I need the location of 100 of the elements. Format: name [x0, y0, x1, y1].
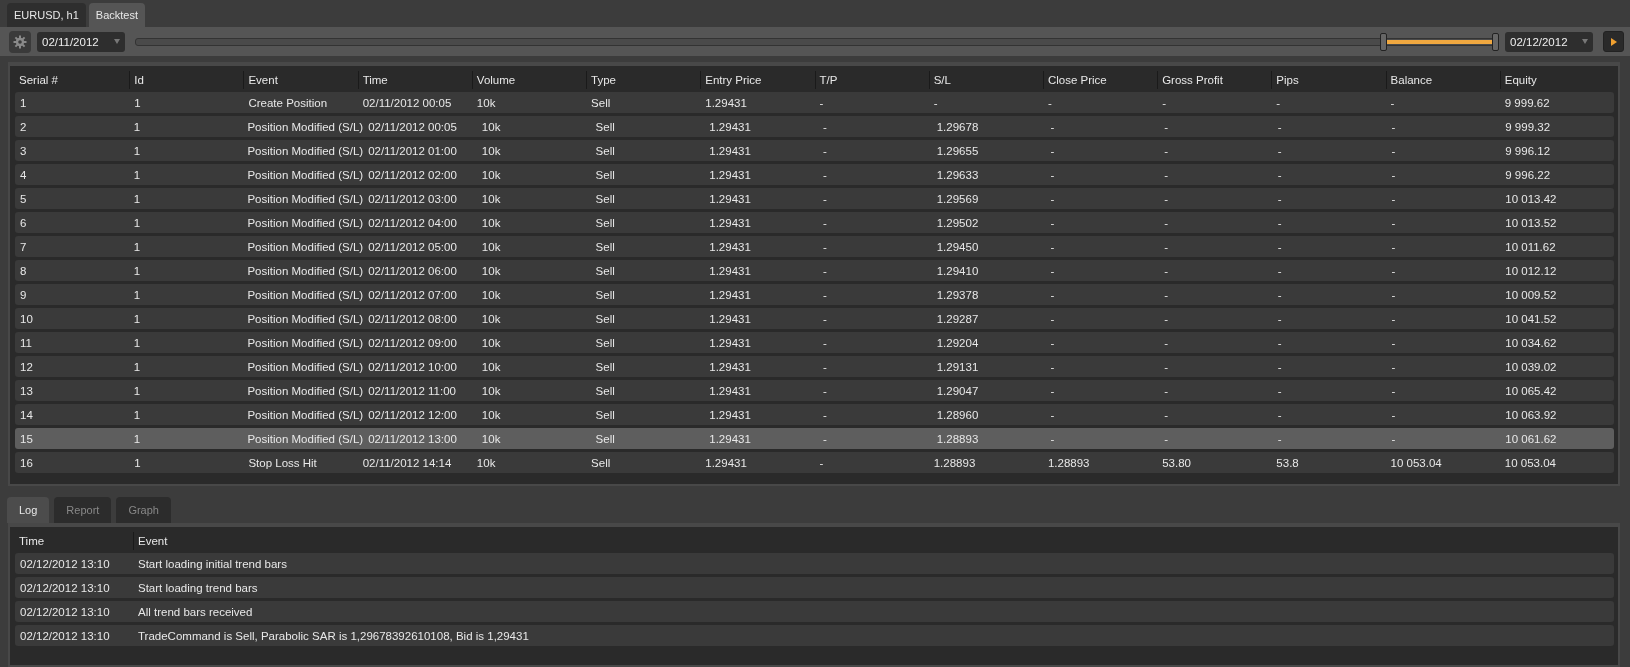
table-row[interactable]: 12 1 Position Modified (S/L) 02/11/2012 10:00 10k Sell 1.29431 - 1.29131 - - - - 10 039.02: [15, 356, 1614, 377]
table-cell: 10k: [481, 288, 501, 301]
table-cell: 9 996.22: [1505, 168, 1551, 181]
tab[interactable]: Log: [7, 497, 50, 523]
table-cell: 02/11/2012 01:00: [368, 144, 457, 157]
table-cell: -: [1050, 216, 1055, 229]
log-row[interactable]: 02/12/2012 13:10 Start loading trend bars: [15, 577, 1614, 598]
tab[interactable]: Graph: [116, 497, 171, 523]
table-cell: 1: [133, 216, 141, 229]
log-row[interactable]: 02/12/2012 13:10 Start loading initial trend bars: [15, 553, 1614, 574]
end-date-dropdown[interactable]: 02/12/2012: [1505, 31, 1593, 52]
table-row[interactable]: 8 1 Position Modified (S/L) 02/11/2012 06:00 10k Sell 1.29431 - 1.29410 - - - - 10 012.12: [15, 260, 1614, 281]
table-cell: -: [1164, 336, 1168, 349]
table-cell: 1.29431: [709, 360, 751, 373]
slider-handle[interactable]: [1492, 32, 1499, 51]
table-cell: 10k: [481, 360, 501, 373]
table-row[interactable]: 3 1 Position Modified (S/L) 02/11/2012 01:00 10k Sell 1.29431 - 1.29655 - - - - 9 996.12: [15, 140, 1614, 161]
table-cell: 1.29431: [709, 168, 751, 181]
column-header[interactable]: Equity: [1499, 71, 1614, 89]
log-row[interactable]: 02/12/2012 13:10 TradeCommand is Sell, Parabolic SAR is 1,29678392610108, Bid is 1,29431: [15, 625, 1614, 646]
table-cell: 1.29678: [936, 120, 979, 133]
table-row[interactable]: 6 1 Position Modified (S/L) 02/11/2012 04:00 10k Sell 1.29431 - 1.29502 - - - - 10 013.52: [15, 212, 1614, 233]
table-cell: 10k: [481, 120, 501, 133]
column-header[interactable]: Serial #: [15, 71, 130, 89]
settings-button[interactable]: [9, 30, 31, 53]
column-header[interactable]: Time: [15, 532, 133, 550]
table-cell: 11: [20, 336, 32, 349]
column-header[interactable]: Event: [133, 532, 1614, 550]
tab[interactable]: Report: [54, 497, 112, 523]
table-cell: 10 009.52: [1505, 288, 1557, 301]
column-header[interactable]: Event: [243, 71, 358, 89]
table-row[interactable]: 10 1 Position Modified (S/L) 02/11/2012 08:00 10k Sell 1.29431 - 1.29287 - - - - 10 041.52: [15, 308, 1614, 329]
table-cell: Sell: [595, 336, 615, 349]
table-row[interactable]: 7 1 Position Modified (S/L) 02/11/2012 05:00 10k Sell 1.29431 - 1.29450 - - - - 10 011.62: [15, 236, 1614, 257]
column-header[interactable]: Id: [129, 71, 244, 89]
table-cell: 10 053.04: [1504, 456, 1556, 469]
table-cell: 10 013.42: [1505, 192, 1557, 205]
column-header[interactable]: T/P: [814, 71, 929, 89]
table-cell: -: [1391, 336, 1396, 349]
table-cell: -: [823, 168, 827, 181]
table-row[interactable]: 11 1 Position Modified (S/L) 02/11/2012 09:00 10k Sell 1.29431 - 1.29204 - - - - 10 034.62: [15, 332, 1614, 353]
table-cell: 02/11/2012 08:00: [368, 312, 457, 325]
table-cell: TradeCommand is Sell, Parabolic SAR is 1,29678392610108, Bid is 1,29431: [138, 629, 529, 642]
column-header[interactable]: Pips: [1271, 71, 1386, 89]
column-header[interactable]: Close Price: [1042, 71, 1158, 89]
table-cell: 02/12/2012 13:10: [20, 557, 110, 570]
table-cell: -: [1277, 384, 1282, 397]
table-cell: -: [1050, 312, 1055, 325]
table-cell: 1.29655: [936, 144, 979, 157]
column-header[interactable]: Balance: [1385, 71, 1500, 89]
table-cell: 02/11/2012 12:00: [368, 408, 457, 421]
table-cell: 1.29450: [936, 240, 979, 253]
tab[interactable]: Backtest: [88, 3, 145, 27]
table-row[interactable]: 16 1 Stop Loss Hit 02/11/2012 14:14 10k Sell 1.29431 - 1.28893 1.28893 53.80 53.8 10 053.04 10 053.04: [15, 452, 1614, 473]
table-cell: -: [1277, 144, 1282, 157]
table-cell: -: [823, 264, 827, 277]
column-header[interactable]: Type: [586, 71, 701, 89]
slider-handle[interactable]: [1380, 32, 1388, 51]
log-row[interactable]: 02/12/2012 13:10 All trend bars received: [15, 601, 1614, 622]
table-cell: -: [823, 360, 827, 373]
table-cell: -: [1164, 144, 1168, 157]
table-cell: 9 999.32: [1505, 120, 1551, 133]
table-cell: -: [1276, 96, 1281, 109]
table-row[interactable]: 13 1 Position Modified (S/L) 02/11/2012 11:00 10k Sell 1.29431 - 1.29047 - - - - 10 065.42: [15, 380, 1614, 401]
column-header[interactable]: S/L: [928, 71, 1043, 89]
column-header[interactable]: Time: [357, 71, 472, 89]
table-cell: 1.29410: [936, 264, 979, 277]
column-header[interactable]: Volume: [471, 71, 587, 89]
table-cell: -: [1050, 360, 1055, 373]
table-cell: -: [1164, 120, 1168, 133]
table-cell: 1: [133, 312, 141, 325]
table-cell: -: [1391, 264, 1396, 277]
table-cell: 13: [20, 384, 33, 397]
table-cell: -: [1391, 168, 1396, 181]
table-row[interactable]: 5 1 Position Modified (S/L) 02/11/2012 03:00 10k Sell 1.29431 - 1.29569 - - - - 10 013.42: [15, 188, 1614, 209]
table-cell: 8: [20, 264, 27, 277]
table-row[interactable]: 9 1 Position Modified (S/L) 02/11/2012 07:00 10k Sell 1.29431 - 1.29378 - - - - 10 009.52: [15, 284, 1614, 305]
start-date-dropdown[interactable]: 02/11/2012: [37, 31, 125, 52]
tab[interactable]: EURUSD, h1: [7, 3, 86, 27]
play-button[interactable]: [1603, 31, 1624, 52]
column-header[interactable]: Entry Price: [700, 71, 815, 89]
table-row[interactable]: 4 1 Position Modified (S/L) 02/11/2012 02:00 10k Sell 1.29431 - 1.29633 - - - - 9 996.22: [15, 164, 1614, 185]
table-cell: 1: [133, 192, 141, 205]
table-row[interactable]: 14 1 Position Modified (S/L) 02/11/2012 12:00 10k Sell 1.29431 - 1.28960 - - - - 10 063.92: [15, 404, 1614, 425]
table-row[interactable]: 15 1 Position Modified (S/L) 02/11/2012 13:00 10k Sell 1.29431 - 1.28893 - - - - 10 061.62: [15, 428, 1614, 449]
table-row[interactable]: 2 1 Position Modified (S/L) 02/11/2012 00:05 10k Sell 1.29431 - 1.29678 - - - - 9 999.32: [15, 116, 1614, 137]
table-cell: Position Modified (S/L): [247, 432, 364, 445]
table-cell: 1: [20, 96, 27, 109]
table-cell: Sell: [591, 456, 611, 469]
table-row[interactable]: 1 1 Create Position 02/11/2012 00:05 10k Sell 1.29431 - - - - - - 9 999.62: [15, 92, 1614, 113]
table-cell: 1.29204: [936, 336, 979, 349]
table-cell: -: [823, 384, 827, 397]
column-header[interactable]: Gross Profit: [1157, 71, 1272, 89]
table-cell: -: [1391, 312, 1396, 325]
table-cell: -: [1277, 408, 1282, 421]
table-cell: 10k: [481, 264, 501, 277]
table-cell: Sell: [591, 96, 611, 109]
table-cell: Create Position: [248, 96, 328, 109]
table-cell: -: [1164, 288, 1168, 301]
table-cell: -: [1164, 360, 1168, 373]
